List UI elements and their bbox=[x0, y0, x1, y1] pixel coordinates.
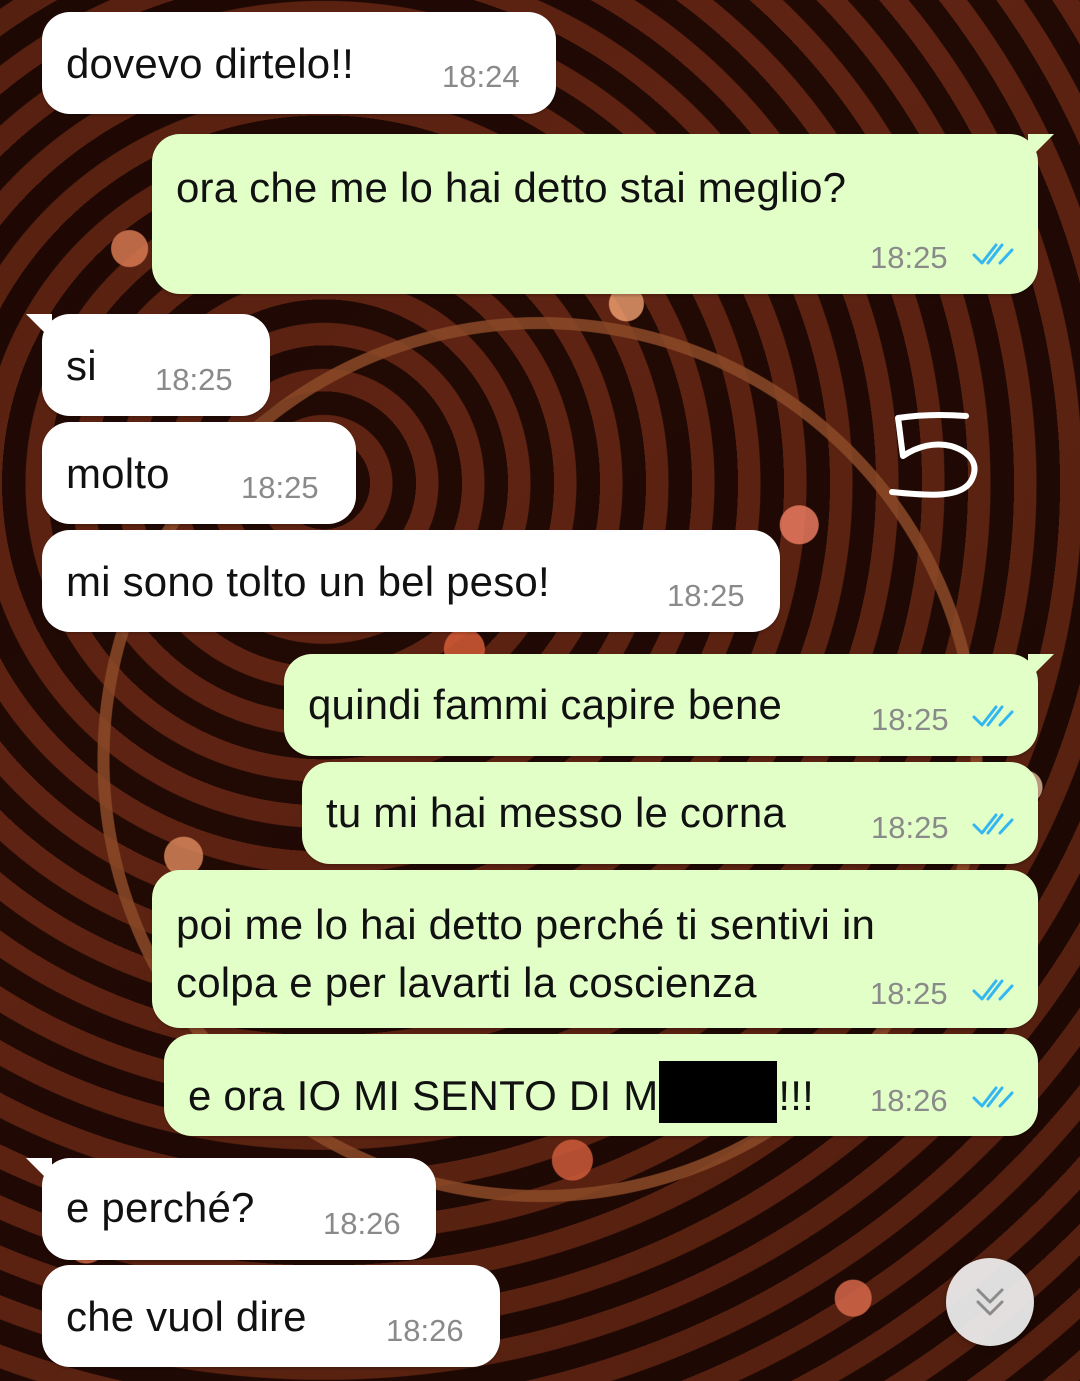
outgoing-message-bubble[interactable]: poi me lo hai detto perché ti sentivi in… bbox=[152, 870, 1038, 1028]
chat-history[interactable]: dovevo dirtelo!! 18:24 ora che me lo hai… bbox=[0, 0, 1080, 1381]
message-text-after-redaction: !!! bbox=[778, 1072, 814, 1119]
incoming-message-bubble[interactable]: che vuol dire 18:26 bbox=[42, 1265, 500, 1367]
message-text: tu mi hai messo le corna bbox=[326, 789, 786, 836]
outgoing-message-bubble[interactable]: ora che me lo hai detto stai meglio? 18:… bbox=[152, 134, 1038, 294]
message-text: poi me lo hai detto perché ti sentivi in… bbox=[176, 901, 876, 1006]
chevron-double-down-icon bbox=[976, 1288, 1004, 1316]
message-time: 18:26 bbox=[870, 1083, 948, 1118]
message-text: si bbox=[66, 342, 97, 389]
scroll-to-bottom-button[interactable] bbox=[946, 1258, 1034, 1346]
message-time: 18:25 bbox=[871, 702, 949, 737]
outgoing-message-bubble[interactable]: quindi fammi capire bene 18:25 bbox=[284, 654, 1038, 756]
message-time: 18:25 bbox=[870, 976, 948, 1011]
message-time: 18:25 bbox=[667, 578, 745, 613]
redaction-box bbox=[659, 1061, 778, 1123]
outgoing-message-bubble[interactable]: tu mi hai messo le corna 18:25 bbox=[302, 762, 1038, 864]
message-text: dovevo dirtelo!! bbox=[66, 40, 355, 87]
handwritten-five-annotation bbox=[889, 411, 978, 498]
outgoing-message-bubble[interactable]: e ora IO MI SENTO DI M!!! 18:26 bbox=[164, 1034, 1038, 1136]
incoming-message-bubble[interactable]: molto 18:25 bbox=[42, 422, 356, 524]
incoming-message-bubble[interactable]: e perché? 18:26 bbox=[42, 1158, 436, 1260]
message-time: 18:24 bbox=[442, 59, 520, 94]
message-text: e perché? bbox=[66, 1184, 255, 1231]
message-time: 18:25 bbox=[155, 362, 233, 397]
message-text: quindi fammi capire bene bbox=[308, 681, 783, 728]
message-text: ora che me lo hai detto stai meglio? bbox=[176, 164, 847, 211]
message-text: che vuol dire bbox=[66, 1293, 307, 1340]
message-text: e ora IO MI SENTO DI M!!! bbox=[188, 1061, 814, 1123]
message-text: molto bbox=[66, 450, 170, 497]
message-time: 18:25 bbox=[870, 240, 948, 275]
message-text: mi sono tolto un bel peso! bbox=[66, 558, 550, 605]
message-time: 18:25 bbox=[871, 810, 949, 845]
double-check-icon bbox=[972, 242, 1014, 266]
message-time: 18:26 bbox=[386, 1313, 464, 1348]
message-time: 18:25 bbox=[241, 470, 319, 505]
message-text-before-redaction: e ora IO MI SENTO DI M bbox=[188, 1072, 659, 1119]
double-check-icon bbox=[972, 704, 1014, 728]
incoming-message-bubble[interactable]: dovevo dirtelo!! 18:24 bbox=[42, 12, 556, 114]
incoming-message-bubble[interactable]: si 18:25 bbox=[42, 314, 270, 416]
incoming-message-bubble[interactable]: mi sono tolto un bel peso! 18:25 bbox=[42, 530, 780, 632]
double-check-icon bbox=[972, 812, 1014, 836]
double-check-icon bbox=[972, 1085, 1014, 1109]
message-time: 18:26 bbox=[323, 1206, 401, 1241]
double-check-icon bbox=[972, 978, 1014, 1002]
